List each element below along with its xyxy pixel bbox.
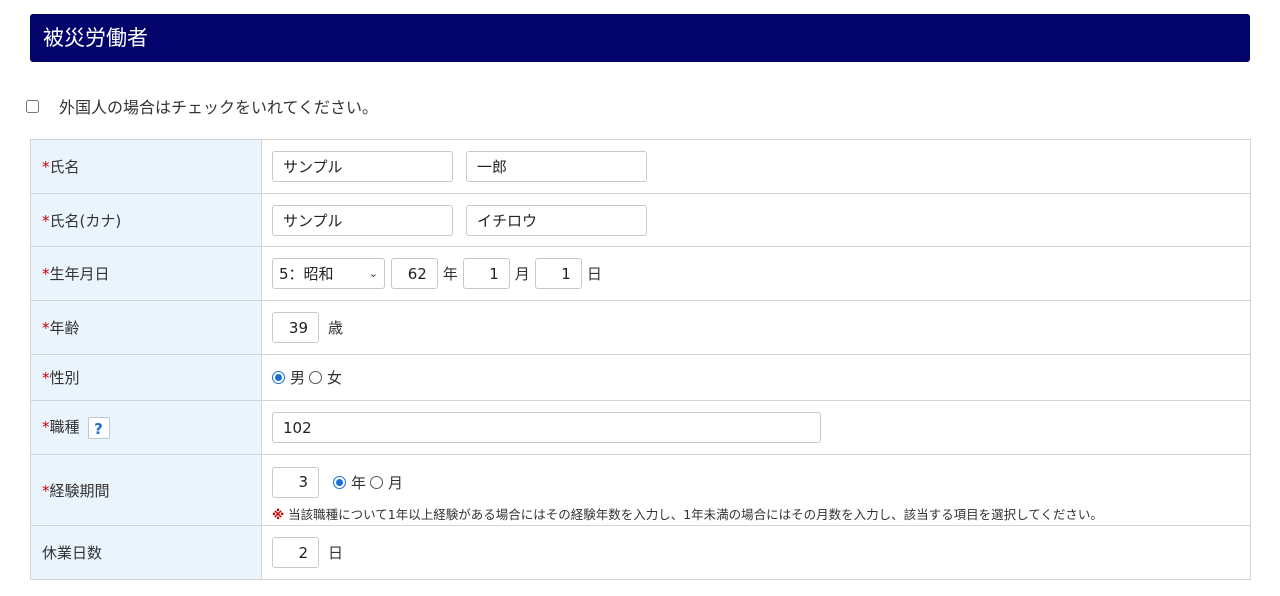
- gender-male-radio[interactable]: [272, 371, 285, 384]
- row-leave-days: 休業日数 日: [30, 525, 1251, 580]
- era-value: 5：昭和: [279, 265, 334, 283]
- experience-month-radio[interactable]: [370, 475, 384, 489]
- label-text: 経験期間: [49, 481, 110, 500]
- chevron-down-icon: ⌄: [368, 267, 378, 280]
- section-title: 被災労働者: [30, 14, 1250, 62]
- required-mark: *: [42, 481, 50, 500]
- required-mark: *: [42, 319, 50, 337]
- first-name-input[interactable]: [466, 151, 647, 182]
- label-leave-days: 休業日数: [30, 525, 262, 580]
- experience-month-label: 月: [388, 473, 404, 492]
- label-text: 生年月日: [49, 265, 110, 283]
- field-experience: 年 月 ※ 当該職種について1年以上経験がある場合にはその経験年数を入力し、1年未…: [261, 454, 1251, 526]
- row-job: *職種?: [30, 400, 1251, 455]
- field-birthdate: 5：昭和 ⌄ 年 月 日: [261, 246, 1251, 301]
- job-code-input[interactable]: [272, 412, 821, 443]
- worker-form-table: *氏名 *氏名(カナ) *生年月日 5：昭和⌄ 年月日 *年齢 歳 *性別 男女…: [30, 139, 1251, 580]
- gender-male-label: 男: [290, 369, 306, 387]
- last-name-kana-input[interactable]: [272, 204, 453, 236]
- first-name-kana-input[interactable]: [466, 204, 647, 236]
- label-text: 休業日数: [42, 544, 103, 562]
- label-text: 氏名: [49, 158, 80, 176]
- label-text: 職種: [49, 418, 80, 437]
- row-birthdate: *生年月日 5：昭和 ⌄ 年 月 日: [30, 246, 1251, 301]
- foreign-worker-label: 外国人の場合はチェックをいれてください。: [59, 98, 379, 117]
- label-text: 氏名(カナ): [49, 211, 122, 230]
- field-kana: [261, 193, 1251, 247]
- label-experience: *経験期間: [30, 454, 262, 526]
- note-text: 当該職種について1年以上経験がある場合にはその経験年数を入力し、1年未満の場合に…: [288, 506, 1103, 522]
- birth-month-input[interactable]: [462, 258, 510, 289]
- row-gender: *性別 男女: [30, 354, 1251, 401]
- era-select[interactable]: 5：昭和 ⌄: [272, 258, 385, 289]
- field-job: [261, 400, 1251, 455]
- experience-note: ※ 当該職種について1年以上経験がある場合にはその経験年数を入力し、1年未満の場…: [272, 504, 1250, 523]
- label-birthdate: *生年月日: [30, 246, 262, 301]
- required-mark: *: [42, 265, 50, 283]
- row-name: *氏名: [30, 139, 1251, 194]
- month-unit: 月: [514, 265, 530, 283]
- label-age: *年齢: [30, 300, 262, 355]
- label-name: *氏名: [30, 139, 262, 194]
- experience-year-radio[interactable]: [333, 475, 346, 489]
- field-age: 歳: [261, 300, 1251, 355]
- foreign-worker-checkbox[interactable]: [26, 99, 39, 113]
- label-text: 性別: [49, 369, 80, 387]
- experience-input[interactable]: [272, 466, 319, 498]
- foreign-worker-row: 外国人の場合はチェックをいれてください。: [26, 95, 378, 117]
- leave-days-unit: 日: [328, 544, 344, 562]
- required-mark: *: [42, 211, 50, 230]
- label-kana: *氏名(カナ): [30, 193, 262, 247]
- experience-year-label: 年: [351, 473, 367, 492]
- age-unit: 歳: [328, 319, 344, 337]
- required-mark: *: [42, 158, 50, 176]
- label-gender: *性別: [30, 354, 262, 401]
- label-text: 年齢: [49, 319, 80, 337]
- help-icon[interactable]: ?: [87, 416, 110, 439]
- gender-female-radio[interactable]: [309, 371, 323, 384]
- label-job: *職種?: [30, 400, 262, 455]
- row-age: *年齢 歳: [30, 300, 1251, 355]
- age-input[interactable]: [272, 312, 319, 343]
- field-leave-days: 日: [261, 525, 1251, 580]
- gender-female-label: 女: [327, 369, 343, 387]
- row-kana: *氏名(カナ): [30, 193, 1251, 247]
- field-gender: 男女: [261, 354, 1251, 401]
- birth-day-input[interactable]: [534, 258, 582, 289]
- year-unit: 年: [442, 265, 458, 283]
- leave-days-input[interactable]: [272, 537, 319, 568]
- note-mark: ※: [272, 506, 285, 522]
- required-mark: *: [42, 418, 50, 437]
- field-name: [261, 139, 1251, 194]
- birth-year-input[interactable]: [390, 258, 438, 289]
- required-mark: *: [42, 369, 50, 387]
- day-unit: 日: [586, 265, 602, 283]
- last-name-input[interactable]: [272, 151, 453, 182]
- row-experience: *経験期間 年 月 ※ 当該職種について1年以上経験がある場合にはその経験年数を入…: [30, 454, 1251, 526]
